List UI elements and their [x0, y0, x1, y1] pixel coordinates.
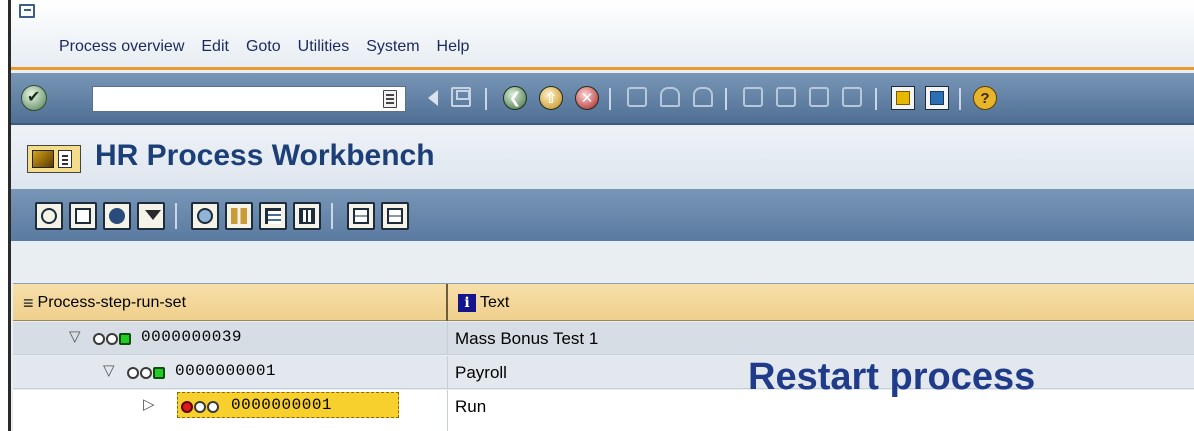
print-icon[interactable] — [623, 84, 651, 112]
toolbar-separator — [725, 88, 727, 110]
tree-node-cell: ▽ 0000000039 — [13, 322, 448, 354]
standard-toolbar: ❮ ⇧ ✕ ? — [11, 73, 1194, 125]
menu-help[interactable]: Help — [437, 38, 470, 56]
application-toolbar — [11, 189, 1194, 241]
toolbar-separator — [875, 88, 877, 110]
column-label: Process-step-run-set — [37, 293, 187, 311]
save-icon[interactable] — [447, 84, 475, 112]
step-id: 0000000001 — [231, 396, 333, 414]
help-icon[interactable]: ? — [971, 84, 999, 112]
collapse-icon[interactable] — [381, 202, 409, 230]
previous-page-icon[interactable] — [772, 84, 800, 112]
step-id: 0000000001 — [175, 362, 277, 380]
persons-icon[interactable] — [225, 202, 253, 230]
last-page-icon[interactable] — [838, 84, 866, 112]
enter-check-icon[interactable] — [21, 85, 47, 111]
column-header-text[interactable]: i Text — [450, 284, 509, 321]
expand-icon[interactable] — [347, 202, 375, 230]
tree-row[interactable]: ▽ 0000000039 Mass Bonus Test 1 — [13, 322, 1194, 355]
menu-utilities[interactable]: Utilities — [298, 38, 350, 56]
traffic-light-status-icon — [127, 367, 165, 379]
toolbar-separator — [959, 88, 961, 110]
collapsed-triangle-icon[interactable]: ▷ — [143, 395, 155, 413]
create-shortcut-icon[interactable] — [923, 84, 951, 112]
menu-goto[interactable]: Goto — [246, 38, 281, 56]
tree-node-cell: ▽ 0000000001 — [13, 356, 448, 388]
first-page-icon[interactable] — [739, 84, 767, 112]
command-field[interactable] — [92, 86, 406, 112]
menu-system[interactable]: System — [366, 38, 419, 56]
traffic-light-status-icon — [93, 333, 131, 345]
column-header-process-step[interactable]: ≡ Process-step-run-set — [13, 284, 448, 321]
table-icon[interactable] — [293, 202, 321, 230]
next-page-icon[interactable] — [805, 84, 833, 112]
tree-node-cell: ▷ 0000000001 — [13, 390, 448, 431]
traffic-light-status-icon — [181, 401, 219, 413]
menu-process-overview[interactable]: Process overview — [59, 38, 184, 56]
execute-clock-icon[interactable] — [35, 202, 63, 230]
system-menu-icon[interactable] — [19, 4, 35, 18]
content-spacer — [11, 241, 1194, 281]
info-icon: i — [458, 293, 476, 312]
column-label: Text — [480, 293, 510, 311]
menu-edit[interactable]: Edit — [201, 38, 229, 56]
toolbar-separator — [175, 203, 177, 229]
tree-header: ≡ Process-step-run-set i Text — [13, 284, 1194, 321]
find-next-icon[interactable] — [689, 84, 717, 112]
step-id: 0000000039 — [141, 328, 243, 346]
toolbar-separator — [331, 203, 333, 229]
exit-icon[interactable]: ⇧ — [537, 84, 565, 112]
new-document-icon[interactable] — [69, 202, 97, 230]
toolbar-separator — [485, 88, 487, 110]
search-icon[interactable] — [191, 202, 219, 230]
find-icon[interactable] — [656, 84, 684, 112]
expanded-triangle-icon[interactable]: ▽ — [103, 361, 115, 379]
back-icon[interactable]: ❮ — [501, 84, 529, 112]
annotation-label: Restart process — [748, 356, 1036, 398]
page-title: HR Process Workbench — [95, 139, 435, 172]
menu-list-icon — [58, 150, 72, 168]
tree-layout-icon[interactable] — [259, 202, 287, 230]
new-session-icon[interactable] — [889, 84, 917, 112]
refresh-icon[interactable] — [103, 202, 131, 230]
step-text: Mass Bonus Test 1 — [455, 329, 599, 348]
command-dropdown-icon[interactable] — [383, 90, 397, 108]
expanded-triangle-icon[interactable]: ▽ — [69, 327, 81, 345]
step-text: Run — [455, 397, 487, 416]
step-text: Payroll — [455, 363, 507, 382]
toolbar-separator — [609, 88, 611, 110]
menu-bar: Process overview Edit Goto Utilities Sys… — [11, 0, 1194, 70]
display-toggle-button[interactable] — [27, 145, 81, 173]
title-bar: HR Process Workbench — [11, 127, 1194, 189]
filter-icon[interactable] — [137, 202, 165, 230]
cancel-icon[interactable]: ✕ — [573, 84, 601, 112]
hierarchy-icon: ≡ — [23, 292, 34, 313]
menu-items: Process overview Edit Goto Utilities Sys… — [59, 38, 469, 56]
change-display-icon — [32, 150, 54, 168]
back-arrow-icon[interactable] — [419, 84, 447, 112]
